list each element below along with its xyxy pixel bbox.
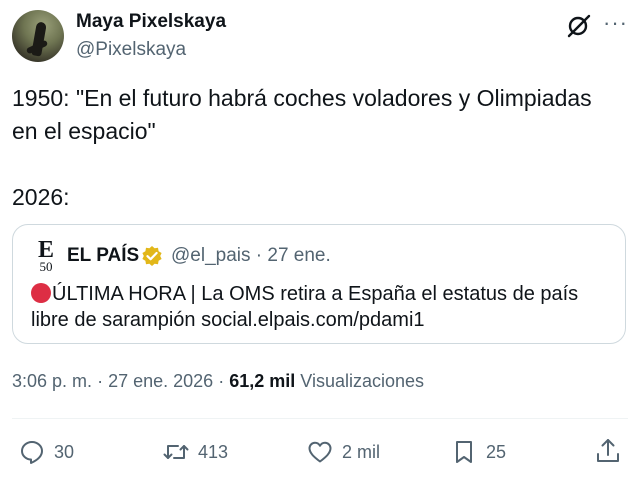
meta-separator: · xyxy=(97,371,104,391)
bookmark-count: 25 xyxy=(486,441,507,462)
el-pais-logo: E 50 xyxy=(35,237,57,273)
quote-handle: @el_pais xyxy=(171,245,251,266)
repost-count: 413 xyxy=(198,441,229,462)
red-circle-icon xyxy=(31,283,51,303)
quote-meta: @el_pais · 27 ene. xyxy=(171,245,331,267)
bookmark-button[interactable]: 25 xyxy=(450,437,506,467)
avatar[interactable] xyxy=(12,10,64,62)
quote-separator: · xyxy=(255,245,263,266)
share-icon[interactable] xyxy=(594,437,622,465)
tweet-date[interactable]: 27 ene. 2026 xyxy=(108,371,213,391)
views-label: Visualizaciones xyxy=(300,371,425,391)
views-count: 61,2 mil xyxy=(229,371,296,391)
quote-text-body: ÚLTIMA HORA | La OMS retira a España el … xyxy=(31,283,579,331)
like-count: 2 mil xyxy=(342,441,381,462)
quote-author-name: EL PAÍS xyxy=(67,245,140,266)
bookmark-icon xyxy=(456,441,472,463)
tweet-time[interactable]: 3:06 p. m. xyxy=(12,371,92,391)
reply-icon xyxy=(21,441,43,464)
author-name[interactable]: Maya Pixelskaya xyxy=(76,11,226,33)
quote-text: ÚLTIMA HORA | La OMS retira a España el … xyxy=(31,281,611,333)
verified-badge-icon xyxy=(142,246,162,266)
quote-date: 27 ene. xyxy=(267,245,331,266)
repost-icon xyxy=(163,445,189,459)
reply-count: 30 xyxy=(54,441,75,462)
more-icon[interactable]: ··· xyxy=(603,12,628,34)
repost-button[interactable]: 413 xyxy=(162,437,228,467)
tweet-text: 1950: "En el futuro habrá coches volador… xyxy=(12,85,592,210)
logo-letter: E xyxy=(37,237,54,263)
grok-icon[interactable] xyxy=(566,13,592,39)
divider xyxy=(12,418,628,419)
quoted-tweet[interactable]: E 50 EL PAÍS @el_pais · 27 ene. ÚLTIMA H… xyxy=(12,224,626,344)
heart-icon xyxy=(308,441,332,463)
like-button[interactable]: 2 mil xyxy=(306,437,380,467)
meta-separator: · xyxy=(218,371,225,391)
author-handle[interactable]: @Pixelskaya xyxy=(76,39,186,61)
tweet-meta: 3:06 p. m. · 27 ene. 2026 · 61,2 mil Vis… xyxy=(12,371,424,392)
reply-button[interactable]: 30 xyxy=(18,437,74,467)
